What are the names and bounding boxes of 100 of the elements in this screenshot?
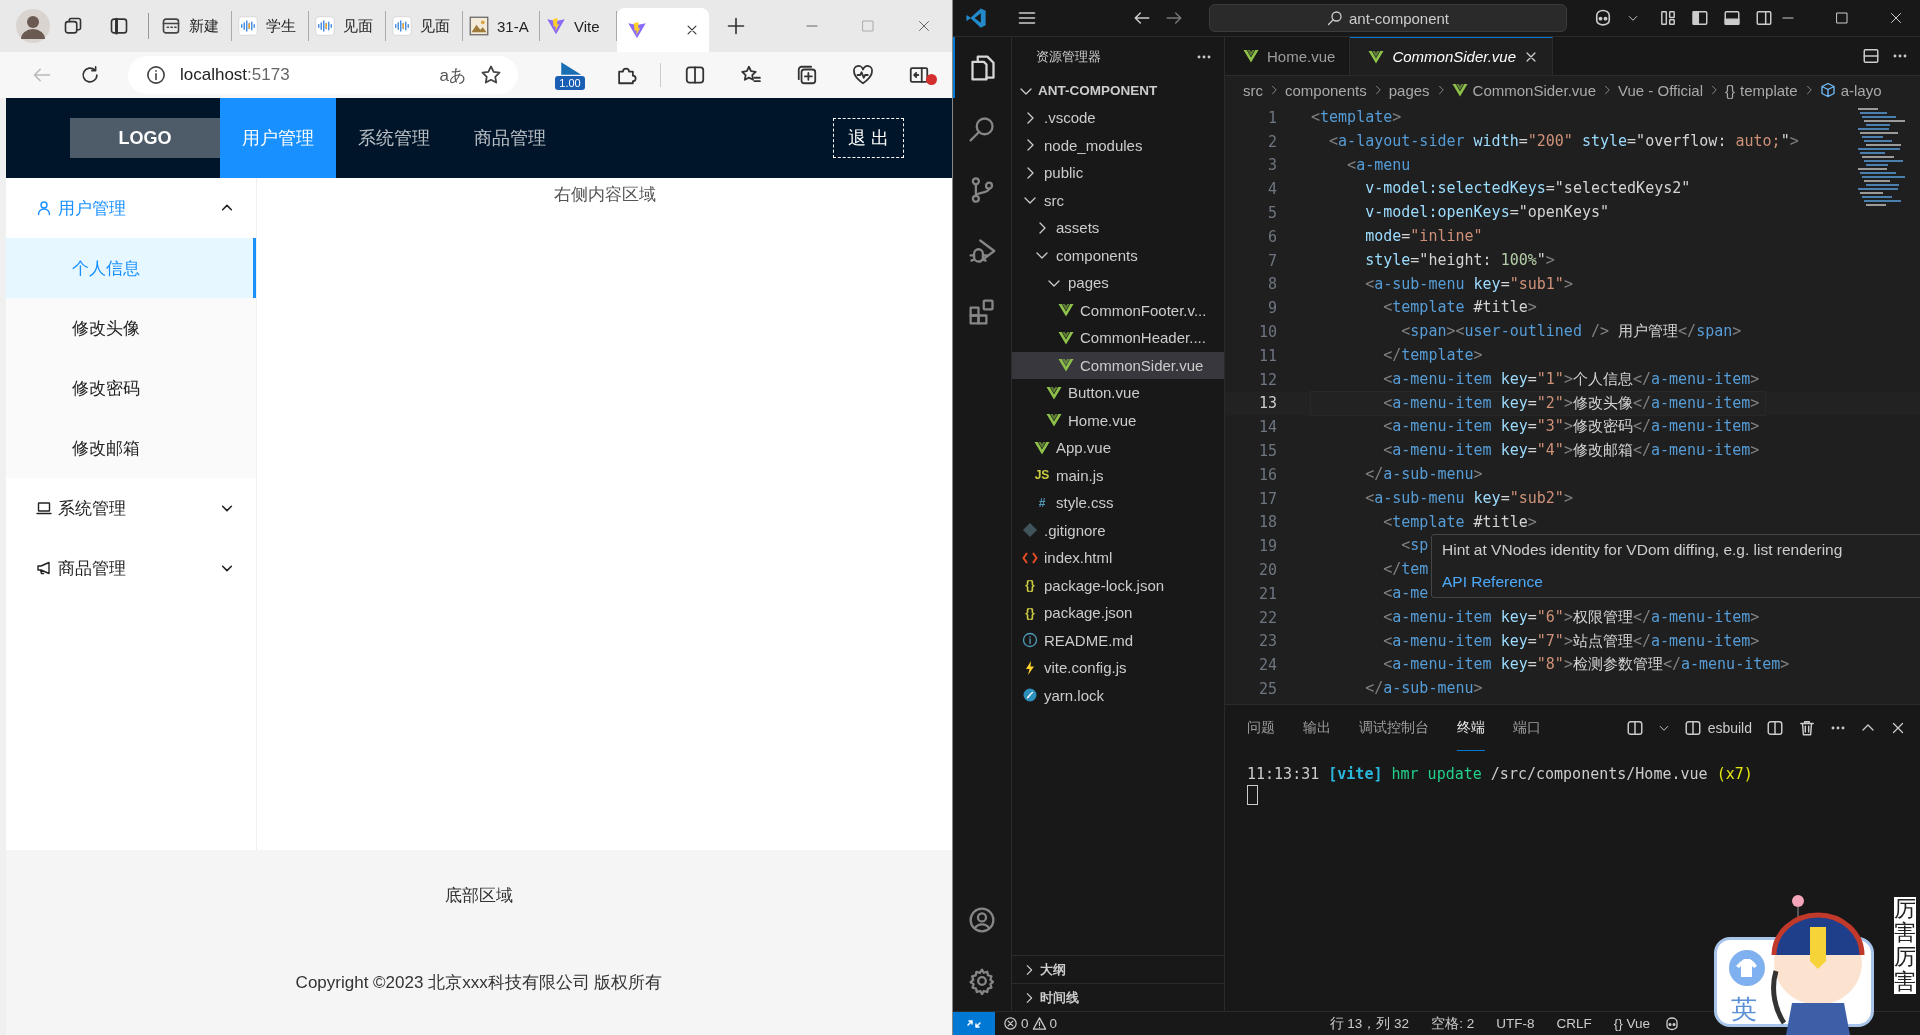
logout-button[interactable]: 退 出 [833,118,904,158]
breadcrumb[interactable]: src [1243,81,1263,99]
breadcrumb[interactable]: pages [1388,81,1430,99]
toggle-sidebar-icon[interactable] [1691,9,1709,27]
vertical-tabs-icon[interactable] [109,16,129,36]
settings-icon[interactable] [968,966,996,995]
folder-item[interactable]: node_modules [1012,131,1224,159]
problems-indicator[interactable]: 0 0 [995,1016,1066,1031]
menu-item[interactable]: 修改头像 [6,298,256,358]
files-icon[interactable] [969,53,997,82]
content-caption: 右侧内容区域 [553,185,656,205]
encoding-status[interactable]: UTF-8 [1488,1016,1543,1031]
folder-item[interactable]: assets [1012,214,1224,242]
vue-file-icon [1058,329,1074,346]
menu-group[interactable]: 商品管理 [6,538,256,598]
nav-tab[interactable]: 系统管理 [336,98,452,178]
split-editor-icon[interactable] [1862,47,1880,65]
vite-logo-icon [546,16,566,36]
file-item[interactable]: CommonSider.vue [1012,351,1224,379]
remote-button[interactable] [953,1012,995,1035]
panel-tab[interactable]: 端口 [1513,705,1541,751]
api-reference-link[interactable]: API Reference [1442,573,1912,591]
browser-tab[interactable]: 学生 [232,11,309,41]
file-item[interactable]: Button.vue [1012,379,1224,407]
trash-icon[interactable] [1798,719,1816,737]
heart-pulse-icon[interactable] [852,64,874,86]
breadcrumb[interactable]: Vue - Official [1618,81,1704,99]
file-item[interactable]: README.md [1012,626,1224,654]
back-icon[interactable] [1133,9,1151,27]
file-item[interactable]: Home.vue [1012,406,1224,434]
folder-item[interactable]: .vscode [1012,104,1224,132]
toggle-panel-icon[interactable] [1723,9,1741,27]
folder-item[interactable]: src [1012,186,1224,214]
nav-tab[interactable]: 商品管理 [452,98,568,178]
browser-tab[interactable]: 新建 [155,11,232,41]
indentation-status[interactable]: 空格: 2 [1423,1014,1483,1033]
extensions-icon[interactable] [968,297,996,326]
run-debug-icon[interactable] [968,236,996,265]
file-item[interactable]: JS main.js [1012,461,1224,489]
account-icon[interactable] [968,905,996,934]
panel-tab[interactable]: 调试控制台 [1359,705,1429,751]
terminal-selector[interactable]: esbuild [1683,719,1752,737]
file-item[interactable]: vite.config.js [1012,654,1224,682]
section-header[interactable]: 大纲 [1012,955,1224,983]
file-item[interactable]: .gitignore [1012,516,1224,544]
menu-item[interactable]: 修改密码 [6,358,256,418]
workspaces-icon[interactable] [63,16,83,36]
panel-tab[interactable]: 终端 [1457,705,1485,751]
close-icon[interactable] [1890,720,1906,736]
profile-avatar[interactable] [16,9,50,43]
breadcrumb[interactable]: a-layo [1819,81,1882,99]
file-item[interactable]: yarn.lock [1012,681,1224,709]
editor-tab[interactable]: CommonSider.vue [1350,37,1554,75]
info-icon[interactable] [146,65,166,85]
breadcrumb[interactable]: {} template [1725,81,1798,99]
forward-icon[interactable] [1165,9,1183,27]
vue-file-icon [1058,302,1074,319]
file-item[interactable]: CommonHeader.... [1012,324,1224,352]
customize-layout-icon[interactable] [1659,9,1677,27]
browser-tab[interactable]: 见面 [309,11,386,41]
favorite-star-icon[interactable] [480,64,502,86]
close-icon[interactable] [1888,10,1904,26]
file-item[interactable]: # style.css [1012,489,1224,517]
file-item[interactable]: {} package.json [1012,599,1224,627]
section-header[interactable]: 时间线 [1012,983,1224,1011]
close-icon[interactable] [685,23,699,37]
breadcrumb[interactable]: CommonSider.vue [1451,81,1596,99]
project-root[interactable]: ANT-COMPONENT [1012,77,1224,104]
file-item[interactable]: CommonFooter.v... [1012,296,1224,324]
panel-tab[interactable]: 输出 [1303,705,1331,751]
file-item[interactable]: App.vue [1012,434,1224,462]
breadcrumb[interactable]: components [1285,81,1367,99]
panel-tab[interactable]: 问题 [1247,705,1275,751]
maximize-icon[interactable] [1834,10,1850,26]
browser-tab[interactable]: 见面 [386,11,463,41]
folder-item[interactable]: components [1012,241,1224,269]
split-terminal-icon[interactable] [1766,719,1784,737]
line-number: 10 [1257,323,1277,342]
line-number: 23 [1257,632,1277,651]
sidebar-icon[interactable] [908,64,930,86]
browser-tab[interactable]: 31-A [463,11,540,41]
new-terminal-layout-icon[interactable] [1625,719,1644,737]
file-item[interactable]: index.html [1012,544,1224,572]
code-line: <template #title> [1382,511,1538,533]
split-screen-icon[interactable] [684,64,706,86]
folder-item[interactable]: pages [1012,269,1224,297]
file-item[interactable]: {} package-lock.json [1012,571,1224,599]
command-search-field[interactable]: ant-component [1209,4,1567,32]
address-field[interactable]: localhost:5173 aあ [128,56,518,94]
menu-group[interactable]: 系统管理 [6,478,256,538]
collections-icon[interactable] [796,64,818,86]
reload-icon[interactable] [80,65,100,85]
menu-item[interactable]: 修改邮箱 [6,418,256,478]
cursor-position[interactable]: 行 13，列 32 [1321,1014,1418,1033]
language-status[interactable]: {} Vue [1605,1016,1658,1031]
line-ending-status[interactable]: CRLF [1548,1016,1600,1031]
toggle-secondary-sidebar-icon[interactable] [1755,9,1773,27]
folder-item[interactable]: public [1012,159,1224,187]
new-tab-icon[interactable] [726,16,746,36]
search-icon[interactable] [968,114,996,143]
